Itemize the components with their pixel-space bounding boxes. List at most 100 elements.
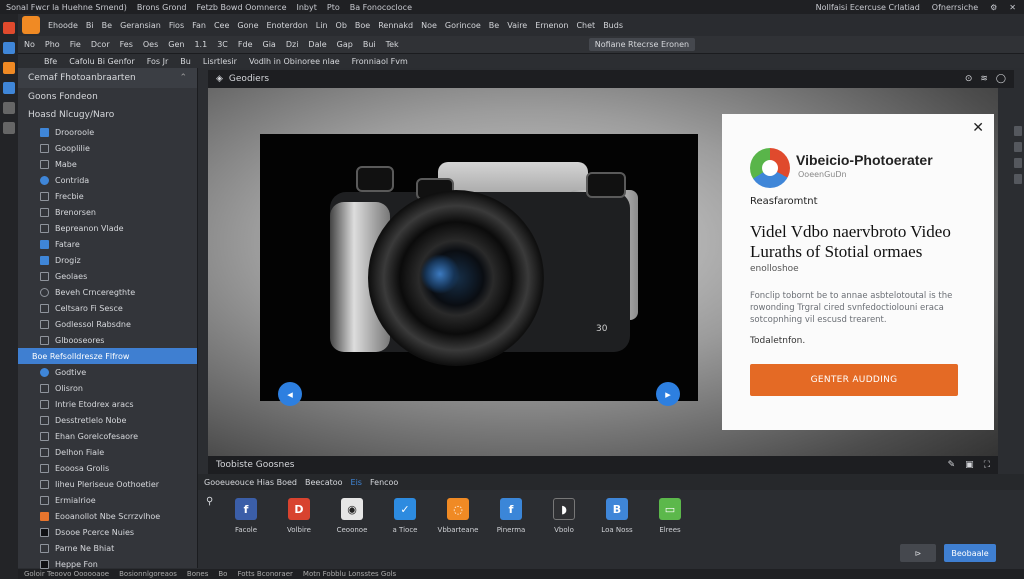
share-tab[interactable]: Gooeueouce Hias Boed — [204, 478, 297, 487]
sidebar-item[interactable]: Parne Ne Bhiat — [18, 540, 197, 556]
menu-item[interactable]: Rennakd — [378, 21, 413, 30]
sidebar-item[interactable]: Eooanollot Nbe Scrrzvlhoe — [18, 508, 197, 524]
sidebar-item[interactable]: Olisron — [18, 380, 197, 396]
menu-item[interactable]: Bi — [86, 21, 94, 30]
menu-item[interactable]: Boe — [355, 21, 370, 30]
toolbar-item[interactable]: Gia — [263, 40, 276, 49]
rail-tab[interactable] — [1014, 126, 1022, 136]
toolbar-item[interactable]: Dale — [308, 40, 326, 49]
toolbar-item[interactable]: 3C — [217, 40, 228, 49]
next-button[interactable]: ▸ — [656, 382, 680, 406]
sidebar-item[interactable]: Delhon Fiale — [18, 444, 197, 460]
toolbar-item[interactable]: 1.1 — [194, 40, 207, 49]
prev-button[interactable]: ◂ — [278, 382, 302, 406]
gear-icon[interactable]: ⚙ — [990, 3, 997, 12]
share-tab[interactable]: Fencoo — [370, 478, 398, 487]
image-icon[interactable]: ▣ — [965, 460, 974, 470]
menu-item[interactable]: Ernenon — [535, 21, 568, 30]
toolbar-item[interactable]: Dcor — [91, 40, 110, 49]
toolbar-field[interactable]: Nofiane Rtecrse Eronen — [588, 38, 696, 51]
chevron-down-icon[interactable]: ⌃ — [179, 73, 187, 83]
subbar-item[interactable]: Vodlh in Obinoree nlae — [249, 57, 340, 66]
share-item[interactable]: ◗ Vbolo — [544, 490, 584, 534]
back-button[interactable]: ⊳ — [900, 544, 936, 562]
pen-icon[interactable]: ✎ — [948, 460, 956, 470]
subbar-item[interactable]: Bfe — [44, 57, 57, 66]
toolbar-item[interactable]: Fes — [120, 40, 133, 49]
close-icon[interactable]: ✕ — [972, 120, 984, 136]
toolbar-item[interactable]: Tek — [386, 40, 399, 49]
sidebar-item-selected[interactable]: Boe Refsolldresze Flfrow — [18, 348, 197, 364]
sidebar-item[interactable]: Desstretlelo Nobe — [18, 412, 197, 428]
toolbar-item[interactable]: Pho — [45, 40, 60, 49]
settings-icon[interactable]: ⊙ — [965, 74, 973, 84]
toolbar-item[interactable]: Fie — [70, 40, 81, 49]
sidebar-item[interactable]: Ehan Gorelcofesaore — [18, 428, 197, 444]
text-icon[interactable] — [3, 82, 15, 94]
rail-tab[interactable] — [1014, 158, 1022, 168]
sidebar-item[interactable]: Gooplilie — [18, 140, 197, 156]
subbar-item[interactable]: Lisrtlesir — [203, 57, 237, 66]
layers-icon[interactable] — [3, 102, 15, 114]
share-tab-active[interactable]: Eis — [351, 478, 362, 487]
title-item[interactable]: Pto — [327, 3, 340, 12]
menu-item[interactable]: Ob — [336, 21, 347, 30]
share-item[interactable]: f Pinerma — [491, 490, 531, 534]
sidebar-item[interactable]: Intrie Etodrex aracs — [18, 396, 197, 412]
fullscreen-icon[interactable]: ⛶ — [984, 460, 990, 470]
toolbar-item[interactable]: Dzi — [286, 40, 299, 49]
sidebar-section[interactable]: Goons Fondeon — [18, 88, 197, 106]
sidebar-item[interactable]: Godlessol Rabsdne — [18, 316, 197, 332]
grid-icon[interactable] — [3, 122, 15, 134]
toolbar-item[interactable]: No — [24, 40, 35, 49]
title-right-item[interactable]: Nollfaisi Ecercuse Crlatiad — [816, 3, 920, 12]
app-icon[interactable] — [3, 22, 15, 34]
sidebar-item[interactable]: Iiheu Pleriseue Oothoetier — [18, 476, 197, 492]
sidebar-item[interactable]: Glbooseores — [18, 332, 197, 348]
menu-item[interactable]: Lin — [316, 21, 328, 30]
sidebar-item[interactable]: Ermialrioe — [18, 492, 197, 508]
subbar-item[interactable]: Fos Jr — [147, 57, 169, 66]
subbar-item[interactable]: Fronniaol Fvm — [352, 57, 408, 66]
tools-icon[interactable] — [3, 62, 15, 74]
menu-item[interactable]: Noe — [421, 21, 437, 30]
next-button[interactable]: Beobaale — [944, 544, 996, 562]
title-item[interactable]: Inbyt — [297, 3, 317, 12]
sidebar-item[interactable]: Drooroole — [18, 124, 197, 140]
sidebar-item[interactable]: Dsooe Pcerce Nuies — [18, 524, 197, 540]
menu-item[interactable]: Geransian — [120, 21, 161, 30]
sidebar-item[interactable]: Fatare — [18, 236, 197, 252]
sidebar-item[interactable]: Eooosa Grolis — [18, 460, 197, 476]
menu-item[interactable]: Gorincoe — [445, 21, 481, 30]
preview-canvas[interactable]: 30 ◂ ▸ ✕ Vibeicio-Photoerater OoeenGuDn … — [208, 88, 998, 472]
toolbar-item[interactable]: Gen — [168, 40, 184, 49]
menu-item[interactable]: Fan — [192, 21, 206, 30]
sidebar-header[interactable]: Cemaf Fhotoanbraarten ⌃ — [18, 68, 197, 88]
menu-item[interactable]: Be — [102, 21, 112, 30]
sidebar-item[interactable]: Mabe — [18, 156, 197, 172]
sidebar-item[interactable]: Drogiz — [18, 252, 197, 268]
toolbar-item[interactable]: Oes — [143, 40, 158, 49]
share-item[interactable]: f Facole — [226, 490, 266, 534]
title-right-item[interactable]: Ofnerrsiche — [932, 3, 978, 12]
menu-item[interactable]: Buds — [603, 21, 623, 30]
toolbar-item[interactable]: Bui — [363, 40, 376, 49]
expand-icon[interactable]: ◯ — [996, 74, 1006, 84]
sidebar-item[interactable]: Beveh Crnceregthte — [18, 284, 197, 300]
sidebar-item[interactable]: Contrida — [18, 172, 197, 188]
rail-tab[interactable] — [1014, 142, 1022, 152]
title-item[interactable]: Fetzb Bowd Oomnerce — [197, 3, 287, 12]
pin-icon[interactable]: ⚲ — [206, 496, 213, 507]
sidebar-item[interactable]: Celtsaro Fi Sesce — [18, 300, 197, 316]
app-logo-icon[interactable] — [22, 16, 40, 34]
share-tab[interactable]: Beecatoo — [305, 478, 343, 487]
menu-item[interactable]: Chet — [576, 21, 595, 30]
rail-tab[interactable] — [1014, 174, 1022, 184]
title-item[interactable]: Brons Grond — [137, 3, 187, 12]
sidebar-item[interactable]: Brenorsen — [18, 204, 197, 220]
subbar-item[interactable]: Bu — [180, 57, 191, 66]
menu-item[interactable]: Ehoode — [48, 21, 78, 30]
eye-icon[interactable]: ◈ — [216, 74, 223, 84]
menu-item[interactable]: Gone — [237, 21, 258, 30]
sidebar-item[interactable]: Godtive — [18, 364, 197, 380]
